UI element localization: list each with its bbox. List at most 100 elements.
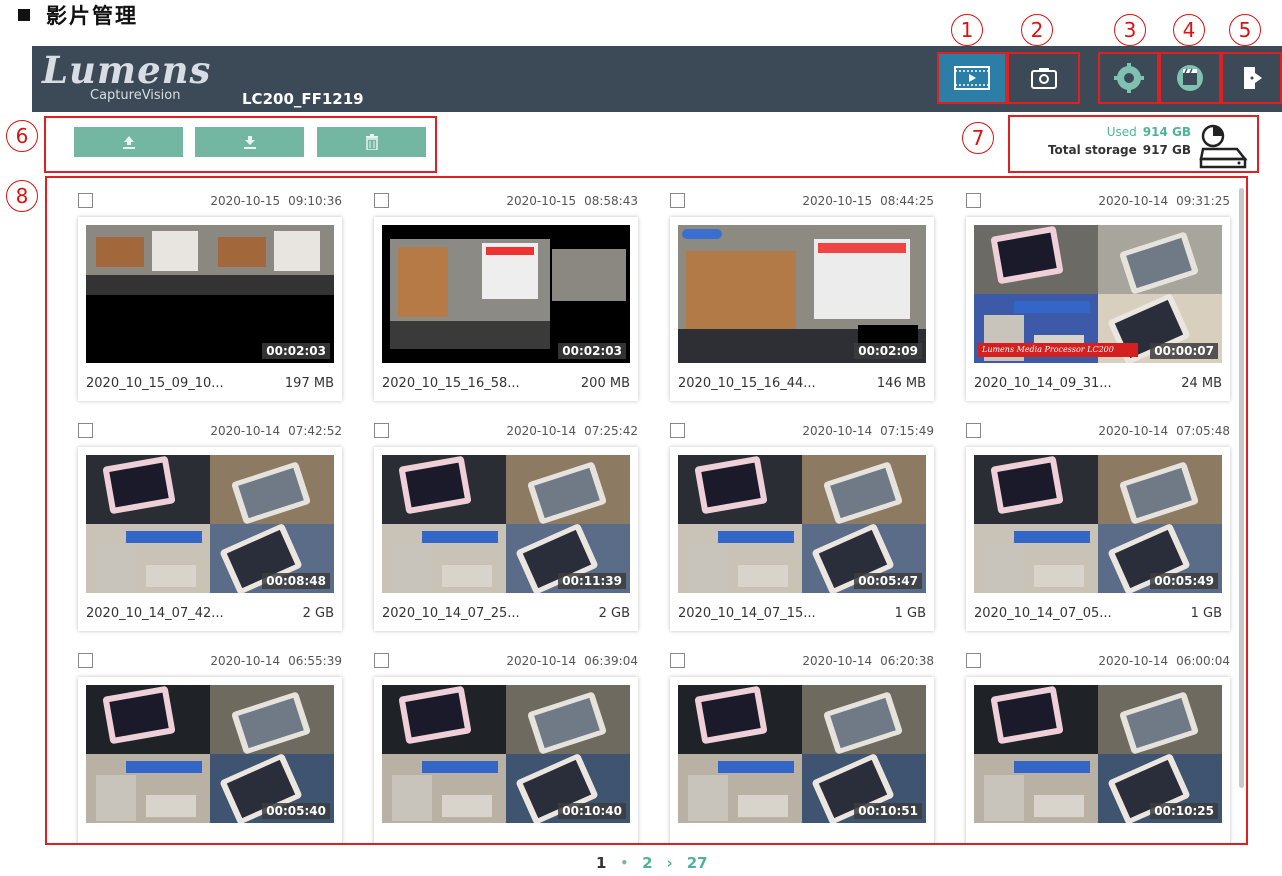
grid-scrollbar[interactable] [1237, 178, 1246, 843]
video-card-header: 2020-10-14 07:25:42 [374, 421, 638, 443]
video-date: 2020-10-14 [210, 424, 281, 438]
video-select-checkbox[interactable] [374, 423, 389, 438]
video-card[interactable]: 00:05:49 2020_10_14_07_05... 1 GB [966, 447, 1230, 631]
upload-button[interactable] [74, 127, 183, 157]
video-select-checkbox[interactable] [374, 653, 389, 668]
video-select-checkbox[interactable] [966, 193, 981, 208]
download-icon [243, 136, 256, 149]
video-card[interactable]: 00:02:09 2020_10_15_16_44... 146 MB [670, 217, 934, 401]
video-thumbnail[interactable]: 00:02:03 [382, 225, 630, 363]
snapshot-button[interactable] [1007, 52, 1080, 104]
download-button[interactable] [195, 127, 304, 157]
callout-5: 5 [1229, 14, 1261, 46]
storage-total-value: 917 GB [1142, 143, 1191, 157]
video-filesize: 1 GB [1190, 606, 1222, 621]
video-card-header: 2020-10-15 08:58:43 [374, 191, 638, 213]
video-filename: 2020_10_14_07_15... [678, 606, 816, 621]
video-card-header: 2020-10-14 06:00:04 [966, 651, 1230, 673]
video-time: 07:05:48 [1176, 424, 1230, 438]
video-time: 07:25:42 [584, 424, 638, 438]
video-card[interactable]: 00:10:40 [374, 677, 638, 843]
recording-button[interactable] [1159, 52, 1221, 104]
video-datetime: 2020-10-15 08:44:25 [802, 194, 934, 208]
callout-4: 4 [1173, 14, 1205, 46]
video-datetime: 2020-10-14 07:15:49 [802, 424, 934, 438]
video-thumbnail[interactable]: Lumens Media Processor LC200 00:00:07 [974, 225, 1222, 363]
video-card-header: 2020-10-15 08:44:25 [670, 191, 934, 213]
video-date: 2020-10-15 [210, 194, 281, 208]
storage-used: Used 914 GB [1107, 125, 1191, 139]
video-thumbnail[interactable]: 00:08:48 [86, 455, 334, 593]
last-page-link[interactable]: 27 [687, 854, 708, 872]
section-heading: 影片管理 [18, 0, 138, 30]
file-toolbar [44, 116, 437, 173]
video-card[interactable]: 00:02:03 2020_10_15_09_10... 197 MB [78, 217, 342, 401]
video-select-checkbox[interactable] [966, 423, 981, 438]
video-card-header: 2020-10-14 09:31:25 [966, 191, 1230, 213]
video-select-checkbox[interactable] [78, 653, 93, 668]
video-thumbnail[interactable]: 00:02:03 [86, 225, 334, 363]
video-filesize: 197 MB [284, 376, 334, 391]
video-select-checkbox[interactable] [670, 193, 685, 208]
video-date: 2020-10-14 [506, 654, 577, 668]
video-duration: 00:10:51 [854, 803, 922, 819]
video-card[interactable]: 00:05:47 2020_10_14_07_15... 1 GB [670, 447, 934, 631]
video-datetime: 2020-10-14 07:05:48 [1098, 424, 1230, 438]
video-filename: 2020_10_14_07_25... [382, 606, 520, 621]
video-thumbnail[interactable]: 00:11:39 [382, 455, 630, 593]
video-select-checkbox[interactable] [966, 653, 981, 668]
logo: Lumens [42, 48, 212, 92]
video-select-checkbox[interactable] [78, 423, 93, 438]
settings-button[interactable] [1098, 52, 1159, 104]
delete-button[interactable] [317, 127, 426, 157]
callout-6: 6 [6, 120, 38, 152]
video-select-checkbox[interactable] [670, 653, 685, 668]
callout-8: 8 [6, 180, 38, 212]
video-filename: 2020_10_15_16_58... [382, 376, 520, 391]
video-thumbnail[interactable]: 00:05:47 [678, 455, 926, 593]
video-thumbnail[interactable]: 00:10:40 [382, 685, 630, 823]
video-duration: 00:05:40 [262, 803, 330, 819]
video-thumbnail[interactable]: 00:10:51 [678, 685, 926, 823]
video-grid: 2020-10-15 09:10:36 00:02:03 2020_10_15_09_… [45, 176, 1248, 845]
video-filesize: 200 MB [580, 376, 630, 391]
storage-used-label: Used [1106, 125, 1137, 139]
video-card[interactable]: 00:11:39 2020_10_14_07_25... 2 GB [374, 447, 638, 631]
video-management-button[interactable] [937, 52, 1007, 104]
clapperboard-icon [1177, 65, 1203, 91]
video-card[interactable]: 00:02:03 2020_10_15_16_58... 200 MB [374, 217, 638, 401]
video-card[interactable]: 00:10:25 [966, 677, 1230, 843]
video-thumbnail[interactable]: 00:05:40 [86, 685, 334, 823]
storage-info: Used 914 GB Total storage 917 GB [1008, 115, 1259, 173]
video-select-checkbox[interactable] [670, 423, 685, 438]
video-card[interactable]: Lumens Media Processor LC200 00:00:07 2020… [966, 217, 1230, 401]
video-card[interactable]: 00:10:51 [670, 677, 934, 843]
video-time: 06:55:39 [288, 654, 342, 668]
video-card[interactable]: 00:08:48 2020_10_14_07_42... 2 GB [78, 447, 342, 631]
video-card-header: 2020-10-14 07:15:49 [670, 421, 934, 443]
video-thumbnail[interactable]: 00:05:49 [974, 455, 1222, 593]
video-datetime: 2020-10-14 06:20:38 [802, 654, 934, 668]
video-card-header: 2020-10-14 06:55:39 [78, 651, 342, 673]
video-datetime: 2020-10-14 07:25:42 [506, 424, 638, 438]
video-thumbnail[interactable]: 00:02:09 [678, 225, 926, 363]
next-page-icon[interactable]: › [667, 854, 673, 872]
video-filename: 2020_10_14_07_42... [86, 606, 224, 621]
video-date: 2020-10-14 [802, 424, 873, 438]
video-filename: 2020_10_14_09_31... [974, 376, 1112, 391]
video-duration: 00:02:09 [854, 343, 922, 359]
scroll-thumb[interactable] [1239, 188, 1244, 788]
video-thumbnail[interactable]: 00:10:25 [974, 685, 1222, 823]
video-date: 2020-10-14 [1098, 194, 1169, 208]
page-current[interactable]: 1 [596, 854, 606, 872]
video-card-header: 2020-10-15 09:10:36 [78, 191, 342, 213]
video-duration: 00:05:49 [1150, 573, 1218, 589]
page-2-link[interactable]: 2 [642, 854, 652, 872]
video-card[interactable]: 00:05:40 [78, 677, 342, 843]
video-time: 06:39:04 [584, 654, 638, 668]
video-select-checkbox[interactable] [78, 193, 93, 208]
video-select-checkbox[interactable] [374, 193, 389, 208]
video-card-header: 2020-10-14 06:20:38 [670, 651, 934, 673]
logout-button[interactable] [1221, 52, 1282, 104]
video-datetime: 2020-10-14 06:00:04 [1098, 654, 1230, 668]
